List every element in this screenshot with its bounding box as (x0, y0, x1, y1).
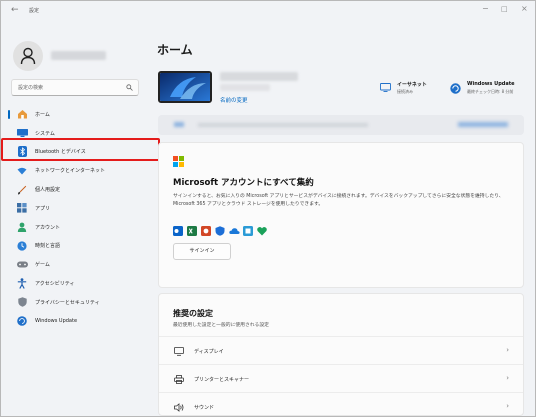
nav-item-network[interactable]: ネットワークとインターネット (7, 161, 159, 180)
sound-icon (173, 402, 185, 412)
teams-icon (243, 221, 253, 236)
avatar (13, 41, 43, 71)
powerpoint-icon (201, 221, 211, 236)
time-language-icon (16, 240, 28, 252)
sign-in-button[interactable]: サインイン (173, 243, 231, 260)
nav-label: ネットワークとインターネット (35, 168, 106, 175)
device-wallpaper-thumbnail (158, 71, 212, 103)
recommended-item-label: サウンド (194, 404, 215, 411)
nav-label: ゲーム (35, 262, 50, 269)
recommended-title: 推奨の設定 (173, 309, 213, 318)
nav-label: システム (35, 130, 55, 137)
onedrive-icon (229, 221, 240, 234)
nav-item-accounts[interactable]: アカウント (7, 218, 159, 237)
title-bar: ← 設定 − □ × (1, 1, 535, 23)
sidebar: ホーム システム Bluetooth とデバイス ネットワークとインターネット (1, 23, 166, 416)
nav-item-personalization[interactable]: 個人用設定 (7, 180, 159, 199)
recommended-item-sound[interactable]: サウンド › (159, 392, 523, 416)
microsoft-logo-icon (173, 156, 184, 167)
rename-link[interactable]: 名前の変更 (220, 96, 248, 104)
ms-card-title: Microsoft アカウントにすべて集約 (173, 178, 314, 188)
personalization-icon (16, 184, 28, 196)
gaming-icon (16, 259, 28, 271)
recommended-item-label: プリンターとスキャナー (194, 376, 250, 383)
windows-update-status-icon (450, 83, 461, 94)
minimize-button[interactable]: − (482, 4, 489, 13)
nav-label: Windows Update (35, 318, 78, 325)
outlook-icon (173, 221, 183, 236)
windows-update-icon (16, 315, 28, 327)
microsoft-app-icons (173, 221, 267, 236)
nav-item-accessibility[interactable]: アクセシビリティ (7, 274, 159, 293)
main-content: ホーム 名前の変更 イーサネット 接続済み Windows Update 最終チ… (156, 23, 535, 416)
search-input[interactable] (18, 82, 118, 93)
nav-item-windows-update[interactable]: Windows Update (7, 312, 159, 331)
app-title: 設定 (29, 8, 40, 14)
nav-item-apps[interactable]: アプリ (7, 199, 159, 218)
device-name-redacted (220, 72, 298, 81)
nav-item-time-language[interactable]: 時刻と言語 (7, 237, 159, 256)
close-button[interactable]: × (521, 4, 528, 13)
device-model-redacted (220, 84, 270, 91)
ethernet-title: イーサネット (397, 82, 427, 88)
ms-card-description: サインインすると、お気に入りの Microsoft アプリとサービスがデバイスに… (173, 194, 504, 207)
settings-window: ← 設定 − □ × 設定の検索 ホーム システム Bluetooth とデバイ… (0, 0, 536, 417)
defender-icon (215, 221, 225, 236)
selection-indicator (8, 110, 10, 119)
recommended-item-display[interactable]: ディスプレイ › (159, 336, 523, 365)
profile-name-redacted (51, 51, 106, 60)
back-button[interactable]: ← (11, 5, 19, 15)
nav-item-gaming[interactable]: ゲーム (7, 255, 159, 274)
nav-label: アプリ (35, 205, 51, 212)
nav-item-home[interactable]: ホーム (7, 105, 159, 124)
accounts-icon (16, 221, 28, 233)
windows-update-title: Windows Update (467, 81, 515, 87)
blurred-banner (158, 115, 524, 135)
recommended-item-label: ディスプレイ (194, 348, 224, 355)
accessibility-icon (16, 278, 28, 290)
search-icon (126, 84, 133, 91)
search-box[interactable] (11, 79, 139, 96)
highlight-annotation-box (1, 138, 160, 161)
network-icon (16, 165, 28, 177)
ethernet-icon (380, 83, 391, 92)
recommended-subtitle: 最近使用した設定と一般的に使用される設定 (173, 323, 269, 328)
nav-label: アカウント (35, 224, 61, 231)
nav-item-privacy[interactable]: プライバシーとセキュリティ (7, 293, 159, 312)
chevron-right-icon: › (506, 402, 509, 410)
apps-icon (16, 202, 28, 214)
excel-icon (187, 221, 197, 236)
recommended-settings-card: 推奨の設定 最近使用した設定と一般的に使用される設定 ディスプレイ › プリンタ… (158, 293, 524, 416)
nav-label: ホーム (35, 111, 50, 118)
recommended-item-printers[interactable]: プリンターとスキャナー › (159, 364, 523, 393)
nav-label: 個人用設定 (35, 187, 61, 194)
printer-icon (173, 374, 185, 384)
maximize-button[interactable]: □ (501, 5, 508, 13)
family-safety-icon (257, 221, 267, 236)
ethernet-subtitle: 接続済み (397, 89, 413, 94)
microsoft-account-card: Microsoft アカウントにすべて集約 サインインすると、お気に入りの Mi… (158, 142, 524, 288)
page-title: ホーム (157, 43, 193, 57)
home-icon (16, 108, 28, 120)
chevron-right-icon: › (506, 374, 509, 382)
nav-label: 時刻と言語 (35, 243, 61, 250)
nav-label: アクセシビリティ (35, 281, 75, 288)
nav-label: プライバシーとセキュリティ (35, 299, 100, 306)
privacy-icon (16, 296, 28, 308)
chevron-right-icon: › (506, 346, 509, 354)
user-icon (20, 47, 36, 65)
windows-update-subtitle: 最終チェック日時: 8 分前 (467, 89, 514, 94)
display-icon (173, 346, 185, 356)
